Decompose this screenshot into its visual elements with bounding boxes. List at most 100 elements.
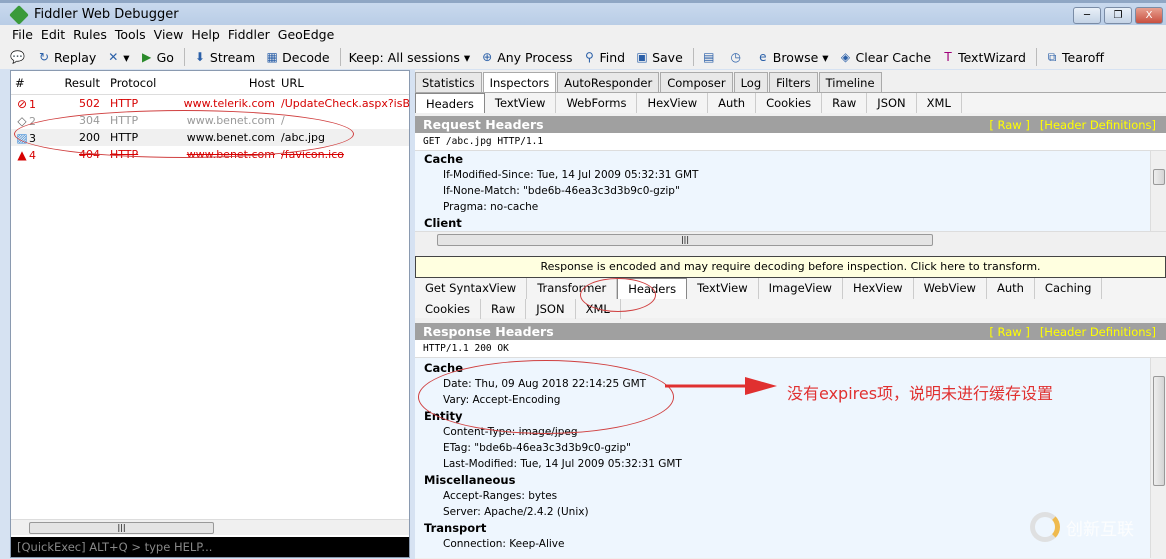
request-tab-headers[interactable]: Headers [415, 93, 485, 113]
close-button[interactable]: X [1135, 7, 1163, 24]
toolbar-button-replay[interactable]: ↻ Replay [37, 50, 96, 65]
blocked-icon: ⊘ [16, 96, 28, 111]
toolbar-label: Clear Cache [855, 49, 932, 65]
tab-statistics[interactable]: Statistics [415, 72, 482, 92]
tab-timeline[interactable]: Timeline [818, 72, 882, 92]
toolbar-button-decode[interactable]: ▦ Decode [265, 50, 329, 65]
tearoff-icon: ⧉ [1047, 50, 1057, 64]
column-header-id[interactable]: # [11, 76, 61, 90]
horizontal-scrollbar[interactable]: ||| [11, 519, 409, 535]
minimize-button[interactable]: ─ [1073, 7, 1101, 24]
header-item: Last-Modified: Tue, 14 Jul 2009 05:32:31… [443, 458, 682, 470]
response-tab-get-syntaxview[interactable]: Get SyntaxView [415, 278, 528, 299]
vertical-scrollbar[interactable] [1150, 358, 1166, 558]
tab-label: AutoResponder [564, 75, 653, 90]
toolbar-button-remove[interactable]: ✕ ▾ [106, 50, 129, 65]
tab-composer[interactable]: Composer [660, 72, 733, 92]
menu-help[interactable]: Help [191, 25, 228, 45]
fiddler-logo-icon [9, 5, 29, 25]
request-tabs: Headers TextView WebForms HexView Auth Cookie… [415, 93, 1166, 113]
response-raw-link[interactable]: [ Raw ] [989, 325, 1029, 339]
menu-rules[interactable]: Rules [73, 25, 115, 45]
request-header-tree: Cache If-Modified-Since: Tue, 14 Jul 2009… [415, 151, 1166, 231]
toolbar-button-browse[interactable]: e Browse ▾ [756, 49, 829, 65]
toolbar-label: Keep: All sessions ▾ [348, 49, 471, 65]
request-tab-xml[interactable]: XML [917, 93, 962, 113]
request-horizontal-scrollbar[interactable]: ||| [415, 231, 1166, 247]
transform-notice[interactable]: Response is encoded and may require deco… [415, 256, 1166, 278]
tab-label: Timeline [825, 75, 875, 90]
toolbar-label: ▾ [123, 49, 130, 65]
request-tab-raw[interactable]: Raw [822, 93, 868, 113]
column-header-host[interactable]: Host [166, 76, 281, 90]
request-tab-json[interactable]: JSON [867, 93, 917, 113]
tab-autoresponder[interactable]: AutoResponder [557, 72, 660, 92]
session-url: /UpdateCheck.aspx?isBet [281, 97, 409, 110]
toolbar-label: TextWizard [958, 49, 1026, 65]
request-tab-auth[interactable]: Auth [708, 93, 757, 113]
tab-label: Statistics [422, 75, 475, 90]
toolbar-button-textwizard[interactable]: T TextWizard [941, 50, 1026, 65]
request-raw-link[interactable]: [ Raw ] [989, 118, 1029, 132]
session-id: ⊘ 1 [11, 97, 61, 111]
textwizard-icon: T [944, 50, 952, 64]
session-result: 502 [79, 97, 100, 110]
toolbar-button-screenshot[interactable]: ▤ [702, 50, 719, 64]
quickexec-input[interactable]: [QuickExec] ALT+Q > type HELP... [11, 537, 409, 557]
menu-edit[interactable]: Edit [41, 25, 73, 45]
toolbar-label: Browse ▾ [772, 49, 829, 65]
tab-filters[interactable]: Filters [769, 72, 818, 92]
column-header-url[interactable]: URL [281, 76, 409, 90]
response-tab-webview[interactable]: WebView [914, 278, 987, 299]
response-tab-hexview[interactable]: HexView [843, 278, 914, 299]
toolbar-button-anyprocess[interactable]: ⊕ Any Process [480, 50, 572, 65]
toolbar-separator [1036, 48, 1037, 66]
column-header-protocol[interactable]: Protocol [106, 76, 166, 90]
tab-inspectors[interactable]: Inspectors [482, 72, 557, 92]
menu-file[interactable]: File [12, 25, 41, 45]
vertical-scrollbar[interactable] [1150, 151, 1166, 231]
toolbar-label: Replay [54, 49, 97, 65]
request-tab-cookies[interactable]: Cookies [756, 93, 823, 113]
toolbar-button-go[interactable]: ▶ Go [140, 50, 174, 65]
menu-fiddler[interactable]: Fiddler [228, 25, 278, 45]
response-tab-textview[interactable]: TextView [687, 278, 759, 299]
response-tab-json[interactable]: JSON [526, 299, 576, 319]
toolbar-button-comment[interactable]: 💬 [10, 50, 27, 64]
header-item: Accept-Ranges: bytes [443, 490, 558, 502]
tab-log[interactable]: Log [733, 72, 769, 92]
toolbar-button-keepallsessions[interactable]: Keep: All sessions ▾ [349, 50, 471, 65]
replay-icon: ↻ [38, 50, 50, 64]
response-tab-imageview[interactable]: ImageView [759, 278, 843, 299]
column-header-result[interactable]: Result [61, 76, 106, 90]
toolbar-button-save[interactable]: ▣ Save [635, 50, 682, 65]
header-item: If-None-Match: "bde6b-46ea3c3d3b9c0-gzip… [443, 185, 680, 197]
response-header-definitions-link[interactable]: [Header Definitions] [1040, 325, 1156, 339]
warning-icon: ▲ [17, 147, 27, 162]
menu-geoedge[interactable]: GeoEdge [278, 25, 342, 45]
request-tab-hexview[interactable]: HexView [637, 93, 709, 113]
menu-tools[interactable]: Tools [115, 25, 154, 45]
response-tab-caching[interactable]: Caching [1035, 278, 1103, 299]
request-tab-webforms[interactable]: WebForms [556, 93, 638, 113]
response-headers-title: Response Headers [423, 324, 554, 339]
restore-button[interactable]: ❐ [1104, 7, 1132, 24]
toolbar-button-stream[interactable]: ⬇ Stream [193, 50, 255, 65]
request-header-definitions-link[interactable]: [Header Definitions] [1040, 118, 1156, 132]
menu-view[interactable]: View [154, 25, 192, 45]
screenshot-icon: ▤ [703, 50, 715, 64]
response-tab-auth[interactable]: Auth [987, 278, 1035, 299]
response-tab-cookies[interactable]: Cookies [415, 299, 482, 319]
header-group: Miscellaneous [424, 473, 516, 487]
tab-label: Filters [776, 75, 811, 90]
any-process-icon: ⊕ [482, 50, 493, 64]
toolbar-button-clearcache[interactable]: ◈ Clear Cache [839, 49, 932, 65]
toolbar-button-find[interactable]: ⚲ Find [582, 50, 625, 65]
browse-icon: e [759, 50, 767, 64]
toolbar-button-tearoff[interactable]: ⧉ Tearoff [1045, 50, 1104, 65]
toolbar-label: Decode [282, 49, 330, 65]
request-tab-textview[interactable]: TextView [485, 93, 557, 113]
toolbar-button-timer[interactable]: ◷ [729, 50, 746, 64]
response-tab-raw[interactable]: Raw [481, 299, 527, 319]
tab-label: Inspectors [489, 75, 550, 90]
